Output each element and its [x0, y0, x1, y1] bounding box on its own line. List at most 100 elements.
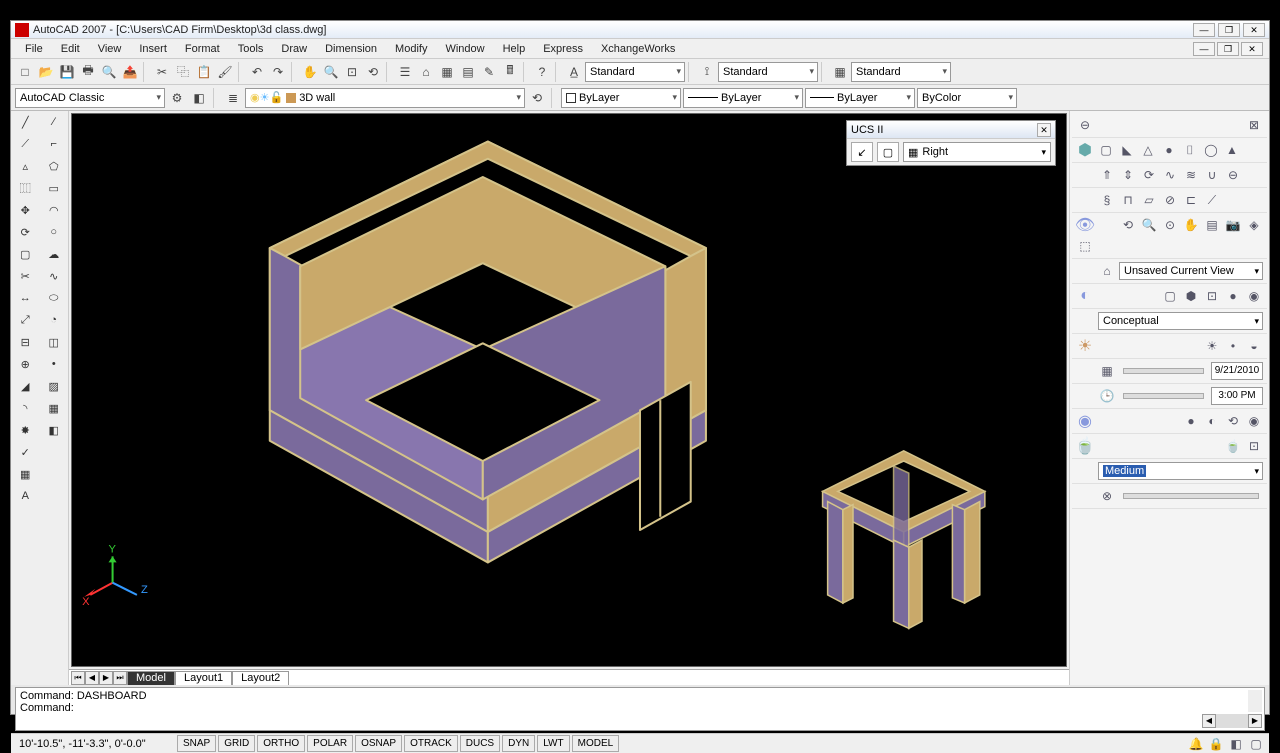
tab-prev-icon[interactable]: ◀ — [85, 671, 99, 685]
solids-icon[interactable]: ⬢ — [1076, 141, 1094, 159]
sphere-icon[interactable]: ● — [1160, 141, 1178, 159]
dash-close-icon[interactable]: ⊠ — [1245, 116, 1263, 134]
annoscale-icon[interactable]: ◧ — [1227, 735, 1245, 753]
ortho-toggle[interactable]: ORTHO — [257, 735, 305, 752]
plotstyle-select[interactable]: ByColor — [917, 88, 1017, 108]
publish-icon[interactable]: 📤 — [120, 62, 140, 82]
block-tool[interactable]: ◫ — [44, 333, 64, 351]
properties-icon[interactable]: ☰ — [395, 62, 415, 82]
tab-layout2[interactable]: Layout2 — [232, 671, 289, 685]
break-tool[interactable]: ⊟ — [15, 333, 35, 351]
cal-icon[interactable]: ▦ — [1098, 362, 1116, 380]
layer-manager-icon[interactable]: ≣ — [223, 88, 243, 108]
calc-icon[interactable]: 🖩 — [500, 62, 520, 82]
lineweight-select[interactable]: ByLayer — [805, 88, 915, 108]
color-select[interactable]: ByLayer — [561, 88, 681, 108]
ucs-toolbar[interactable]: UCS II ✕ ↙ ▢ ▦Right — [846, 120, 1056, 166]
comm-icon[interactable]: 🔔 — [1187, 735, 1205, 753]
drawing-canvas[interactable]: X Y Z UCS II ✕ ↙ ▢ ▦Right — [71, 113, 1067, 667]
doc-close-button[interactable]: ✕ — [1241, 42, 1263, 56]
menu-modify[interactable]: Modify — [387, 41, 435, 57]
rotate-tool[interactable]: ⟳ — [15, 223, 35, 241]
mirror-tool[interactable]: ▵ — [15, 157, 35, 175]
revcloud-tool[interactable]: ☁ — [44, 245, 64, 263]
tab-model[interactable]: Model — [127, 671, 175, 685]
new-icon[interactable]: □ — [15, 62, 35, 82]
zoom-rt-icon[interactable]: 🔍 — [321, 62, 341, 82]
cmd-scroll-right-icon[interactable]: ▶ — [1248, 714, 1262, 728]
ucs-prev-icon[interactable]: ↙ — [851, 142, 873, 162]
arc-tool[interactable]: ◠ — [44, 201, 64, 219]
subtract-icon[interactable]: ⊖ — [1224, 166, 1242, 184]
time-slider[interactable] — [1123, 393, 1204, 399]
chamfer-tool[interactable]: ◢ — [15, 377, 35, 395]
coordinates[interactable]: 10'-10.5", -11'-3.3", 0'-0.0" — [15, 738, 175, 750]
polysolid-icon[interactable]: ⊓ — [1119, 191, 1137, 209]
otrack-toggle[interactable]: OTRACK — [404, 735, 458, 752]
zoom-win-icon[interactable]: ⊡ — [342, 62, 362, 82]
union-icon[interactable]: ∪ — [1203, 166, 1221, 184]
menu-dimension[interactable]: Dimension — [317, 41, 385, 57]
text-tool[interactable]: A — [15, 487, 35, 505]
point-tool[interactable]: • — [44, 355, 64, 373]
save-icon[interactable]: 💾 — [57, 62, 77, 82]
close-button[interactable]: ✕ — [1243, 23, 1265, 37]
tab-first-icon[interactable]: ⏮ — [71, 671, 85, 685]
menu-help[interactable]: Help — [495, 41, 534, 57]
menu-insert[interactable]: Insert — [131, 41, 175, 57]
xline-tool[interactable]: ⟋ — [15, 135, 35, 153]
sweep-icon[interactable]: ∿ — [1161, 166, 1179, 184]
visualstyle-select[interactable]: Conceptual — [1098, 312, 1263, 330]
view-select[interactable]: Unsaved Current View — [1119, 262, 1263, 280]
visualstyle-panel-icon[interactable]: ◐ — [1076, 287, 1094, 305]
menu-format[interactable]: Format — [177, 41, 228, 57]
pyramid-icon[interactable]: ▲ — [1223, 141, 1241, 159]
tablestyle-icon[interactable]: ▦ — [830, 62, 850, 82]
clock-icon[interactable]: 🕒 — [1098, 387, 1116, 405]
cut-icon[interactable]: ✂ — [152, 62, 172, 82]
doc-minimize-button[interactable]: — — [1193, 42, 1215, 56]
presspull-icon[interactable]: ⇕ — [1119, 166, 1137, 184]
render-crop-icon[interactable]: ⊡ — [1245, 437, 1263, 455]
mat3-icon[interactable]: ⟲ — [1224, 412, 1242, 430]
ucs-select[interactable]: ▦Right — [903, 142, 1051, 162]
pan-icon[interactable]: ✋ — [300, 62, 320, 82]
ellipse-tool[interactable]: ⬭ — [44, 289, 64, 307]
region-tool[interactable]: ▢ — [15, 245, 35, 263]
render-icon[interactable]: 🍵 — [1224, 437, 1242, 455]
undo-icon[interactable]: ↶ — [247, 62, 267, 82]
ducs-toggle[interactable]: DUCS — [460, 735, 500, 752]
view-named-icon[interactable]: ▤ — [1203, 216, 1221, 234]
fillet-tool[interactable]: ◝ — [15, 399, 35, 417]
gradient-tool[interactable]: ▦ — [44, 399, 64, 417]
restore-button[interactable]: ❐ — [1218, 23, 1240, 37]
mat2-icon[interactable]: ◐ — [1203, 412, 1221, 430]
view-persp-icon[interactable]: ◈ — [1245, 216, 1263, 234]
menu-express[interactable]: Express — [535, 41, 591, 57]
sun-icon[interactable]: ☀ — [1203, 337, 1221, 355]
scale-tool[interactable]: ⤢ — [15, 311, 35, 329]
snap-toggle[interactable]: SNAP — [177, 735, 216, 752]
array-tool[interactable]: ⿲ — [15, 179, 35, 197]
audit-tool[interactable]: ✓ — [15, 443, 35, 461]
line2-tool[interactable]: ∕ — [44, 113, 64, 131]
revolve-icon[interactable]: ⟳ — [1140, 166, 1158, 184]
view-panel-icon[interactable]: 👁 — [1076, 216, 1094, 234]
minimize-button[interactable]: — — [1193, 23, 1215, 37]
table-tool[interactable]: ▦ — [15, 465, 35, 483]
vs-3d-icon[interactable]: ⬢ — [1182, 287, 1200, 305]
linetype-select[interactable]: ByLayer — [683, 88, 803, 108]
stretch-tool[interactable]: ↔ — [15, 289, 35, 307]
markup-icon[interactable]: ✎ — [479, 62, 499, 82]
layer-select[interactable]: ◉☀🔓3D wall — [245, 88, 525, 108]
move-tool[interactable]: ✥ — [15, 201, 35, 219]
point-light-icon[interactable]: • — [1224, 337, 1242, 355]
vs-real-icon[interactable]: ● — [1224, 287, 1242, 305]
ucs-world-icon[interactable]: ▢ — [877, 142, 899, 162]
open-icon[interactable]: 📂 — [36, 62, 56, 82]
spot-light-icon[interactable]: ◒ — [1245, 337, 1263, 355]
toolpalette-icon[interactable]: ▦ — [437, 62, 457, 82]
ssm-icon[interactable]: ▤ — [458, 62, 478, 82]
render-panel-icon[interactable]: 🍵 — [1076, 437, 1094, 455]
date-slider[interactable] — [1123, 368, 1204, 374]
